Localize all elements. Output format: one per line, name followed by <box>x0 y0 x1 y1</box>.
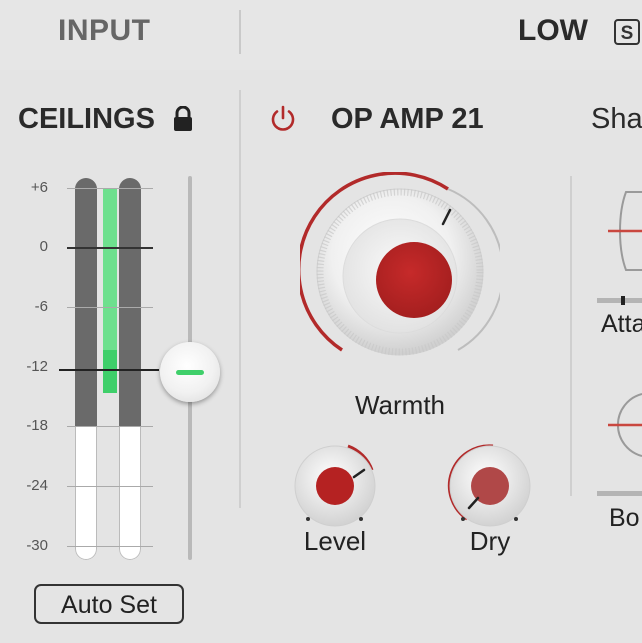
attack-label: Atta <box>601 310 642 338</box>
scale-label: 0 <box>39 238 48 255</box>
scale-label: -18 <box>26 417 48 434</box>
dry-label: Dry <box>469 526 511 556</box>
body-label: Bo <box>609 504 640 532</box>
header-divider <box>239 10 241 54</box>
attack-shape-icon <box>608 191 642 271</box>
ceiling-fader-thumb[interactable] <box>160 342 220 402</box>
scale-gridline <box>67 426 153 427</box>
auto-set-button[interactable]: Auto Set <box>34 584 184 624</box>
module-title: OP AMP 21 <box>331 103 484 135</box>
attack-slider[interactable] <box>597 298 642 303</box>
solo-button[interactable]: S <box>614 19 640 45</box>
scale-gridline <box>67 247 153 249</box>
scale-label: -24 <box>26 477 48 494</box>
body-slider[interactable] <box>597 491 642 496</box>
warmth-label: Warmth <box>354 390 446 420</box>
tab-input[interactable]: INPUT <box>58 14 151 48</box>
scale-label: +6 <box>30 179 48 196</box>
level-knob[interactable] <box>290 440 380 530</box>
shape-section-title: Sha <box>591 103 642 135</box>
ceiling-marker-line <box>59 369 159 371</box>
scale-label: -12 <box>26 358 48 375</box>
level-label: Level <box>303 526 367 556</box>
scale-gridline <box>67 188 153 189</box>
scale-gridline <box>67 546 153 547</box>
ceilings-title: CEILINGS <box>18 103 155 135</box>
dry-knob[interactable] <box>445 440 535 530</box>
tab-low-band[interactable]: LOW <box>518 14 588 48</box>
scale-label: -30 <box>26 537 48 554</box>
scale-gridline <box>67 307 153 308</box>
scale-label: -6 <box>34 298 48 315</box>
warmth-knob[interactable] <box>300 172 500 372</box>
fader-grip-indicator <box>176 370 204 375</box>
attack-slider-handle[interactable] <box>621 296 625 305</box>
meter-level-bar <box>103 350 117 393</box>
scale-gridline <box>67 486 153 487</box>
lock-icon[interactable] <box>172 106 194 132</box>
body-shape-icon <box>608 393 642 457</box>
section-divider <box>239 90 241 508</box>
shape-divider <box>570 176 572 496</box>
power-icon[interactable] <box>268 104 298 134</box>
